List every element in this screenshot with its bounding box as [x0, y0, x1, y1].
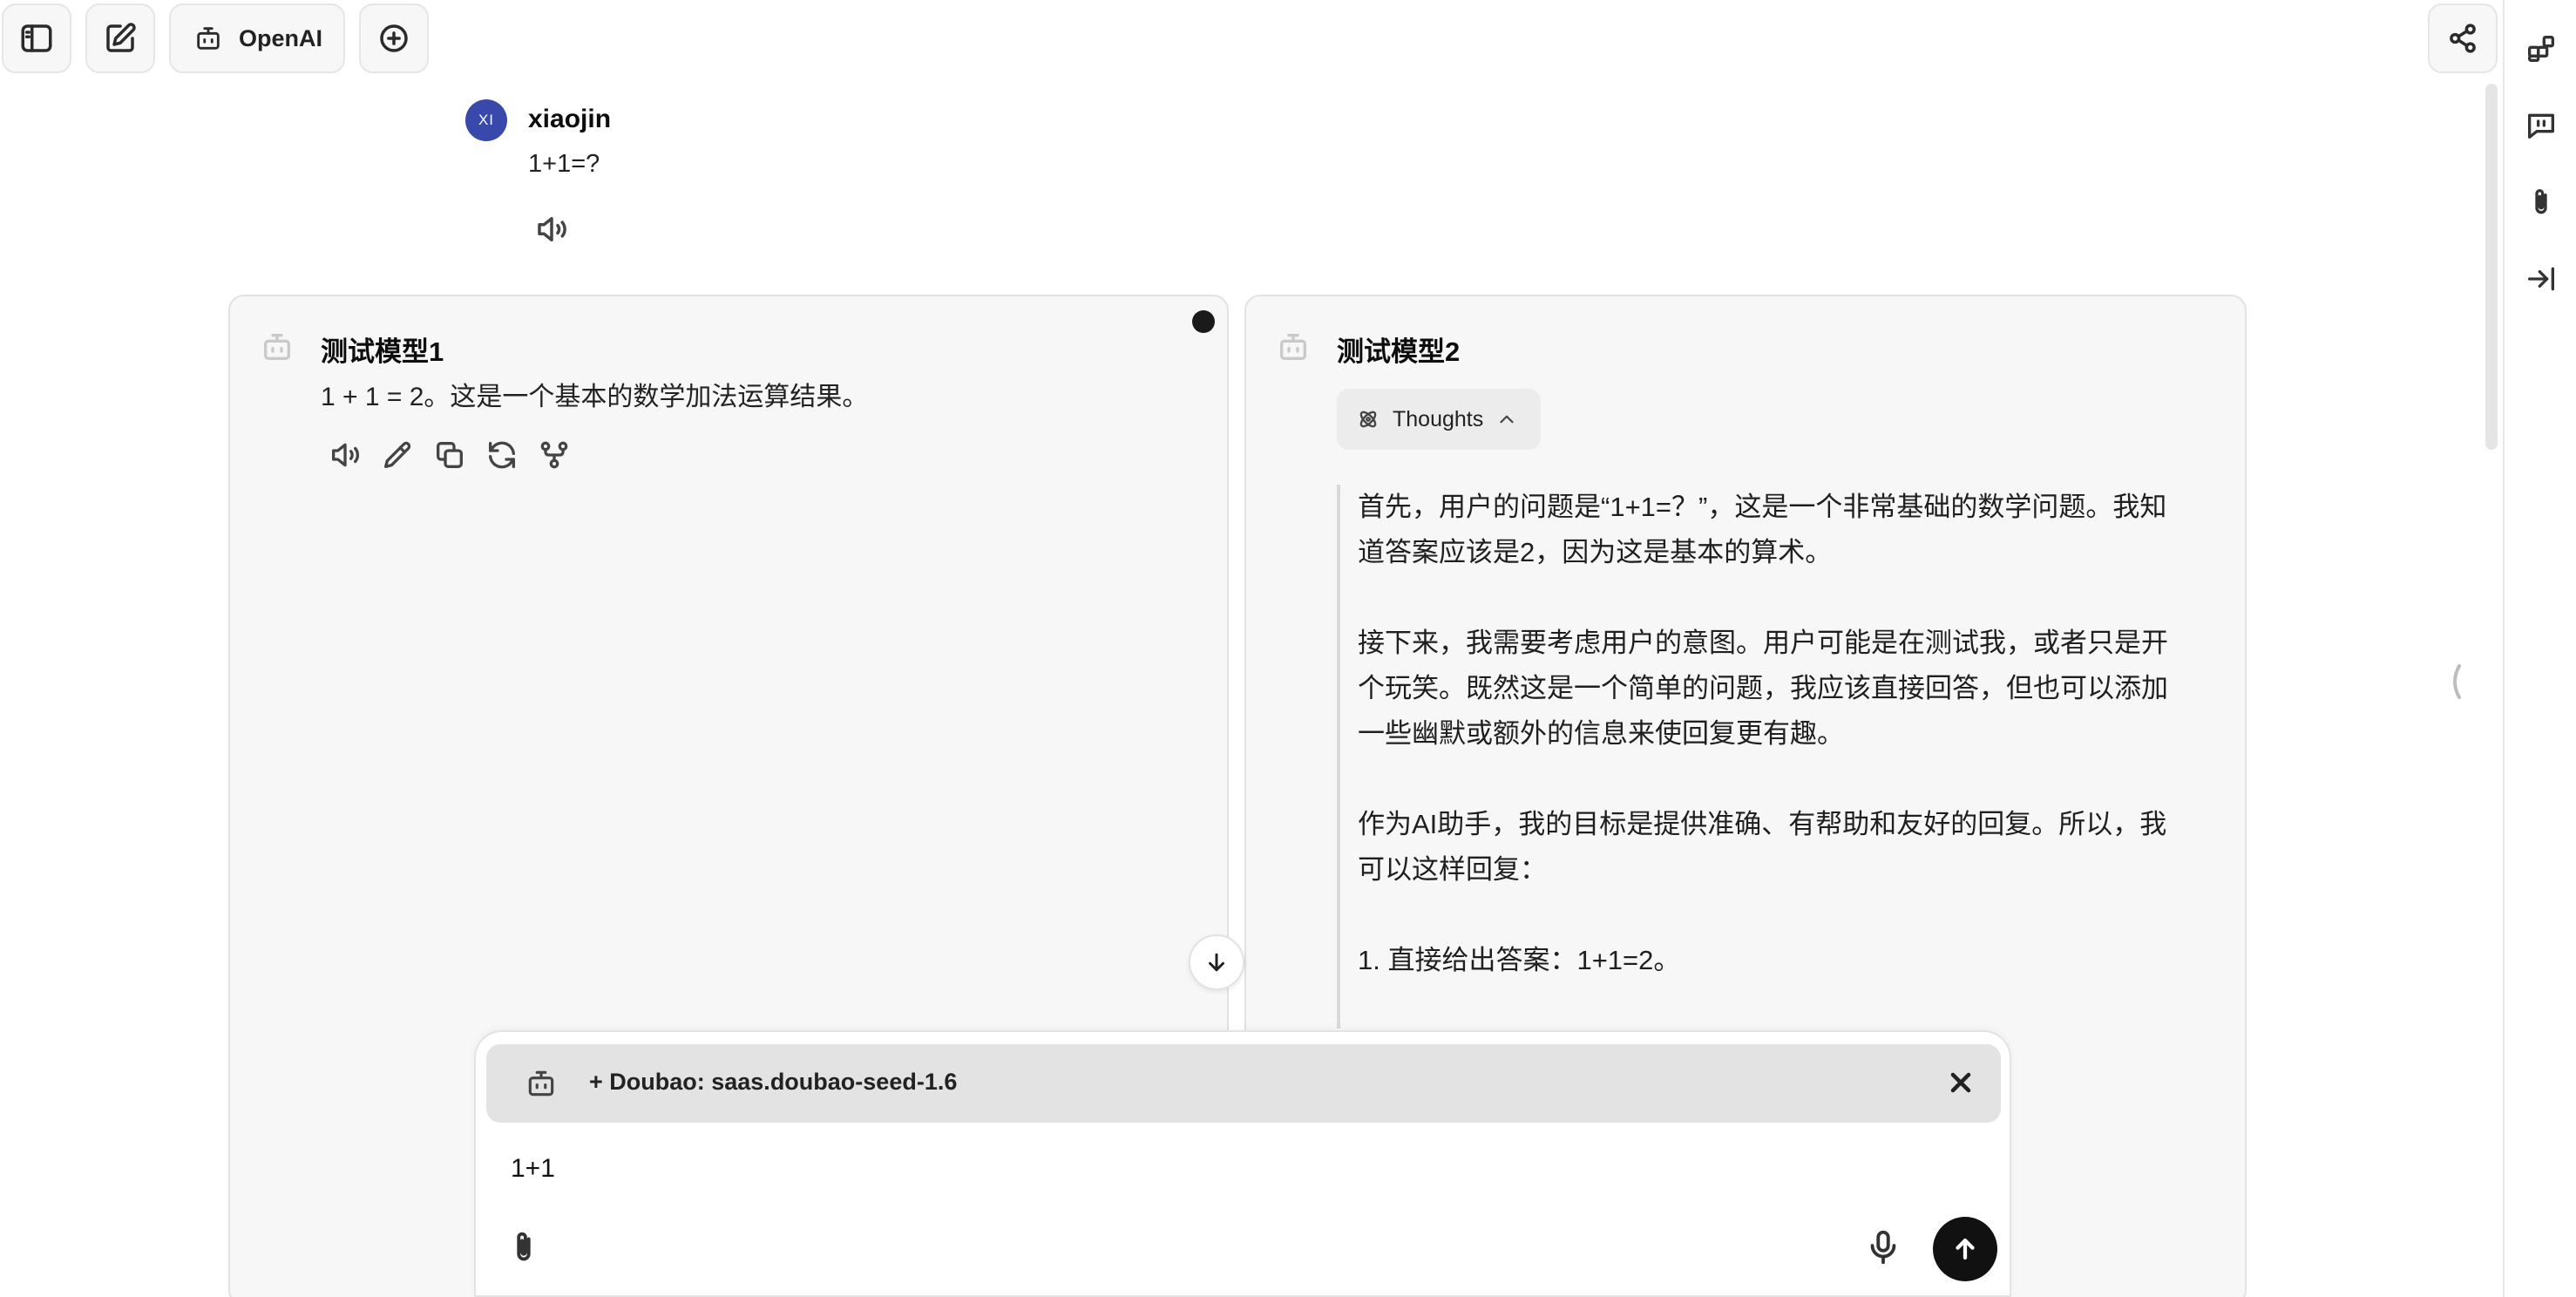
added-model-chip[interactable]: + Doubao: saas.doubao-seed-1.6	[486, 1044, 2001, 1123]
streaming-indicator	[1192, 310, 1215, 333]
thought-paragraph: 首先，用户的问题是“1+1=？”，这是一个非常基础的数学问题。我知 道答案应该是…	[1358, 485, 2208, 575]
read-aloud-icon[interactable]	[533, 211, 570, 248]
thought-line: 一些幽默或额外的信息来使回复更有趣。	[1358, 718, 1844, 749]
read-aloud-icon[interactable]	[328, 438, 363, 472]
user-name: xiaojin	[528, 105, 612, 133]
close-icon[interactable]	[1945, 1067, 1976, 1098]
regenerate-icon[interactable]	[485, 438, 519, 472]
prompts-icon[interactable]	[2524, 108, 2559, 143]
apps-icon[interactable]	[2524, 31, 2559, 66]
fork-icon[interactable]	[537, 438, 572, 472]
response-text: 1 + 1 = 2。这是一个基本的数学加法运算结果。	[321, 383, 869, 411]
edit-icon	[106, 23, 136, 52]
send-button[interactable]	[1933, 1217, 1997, 1281]
add-model-button[interactable]	[359, 3, 429, 73]
message-input[interactable]	[511, 1154, 1905, 1184]
avatar-initials: XI	[478, 112, 495, 128]
panel-title: 测试模型1	[321, 336, 444, 367]
thought-line: 首先，用户的问题是“1+1=？”，这是一个非常基础的数学问题。我知	[1358, 492, 2167, 522]
plus-circle-icon	[380, 24, 408, 52]
thoughts-toggle-button[interactable]: Thoughts	[1337, 389, 1541, 450]
copy-icon[interactable]	[432, 438, 467, 472]
atom-icon	[1356, 407, 1380, 431]
scrollbar-thumb[interactable]	[2485, 84, 2498, 450]
collapse-panel-icon[interactable]	[2524, 261, 2559, 296]
attachments-icon[interactable]	[2524, 185, 2559, 220]
thoughts-content: 首先，用户的问题是“1+1=？”，这是一个非常基础的数学问题。我知 道答案应该是…	[1337, 485, 2208, 1029]
scroll-to-bottom-button[interactable]	[1189, 934, 1244, 990]
sidebar-toggle-button[interactable]	[2, 3, 71, 73]
edit-icon[interactable]	[380, 438, 415, 472]
message-actions	[328, 438, 572, 472]
chevron-up-icon	[1495, 408, 1518, 431]
thought-line: 可以这样回复：	[1358, 854, 1547, 885]
panel-title: 测试模型2	[1337, 336, 1461, 367]
bot-icon	[260, 329, 295, 364]
thought-line: 作为AI助手，我的目标是提供准确、有帮助和友好的回复。所以，我	[1358, 809, 2167, 839]
thought-line: 接下来，我需要考虑用户的意图。用户可能是在测试我，或者只是开	[1358, 628, 2168, 658]
thought-paragraph: 接下来，我需要考虑用户的意图。用户可能是在测试我，或者只是开 个玩笑。既然这是一…	[1358, 621, 2208, 757]
bot-icon	[197, 27, 220, 50]
added-model-label: + Doubao: saas.doubao-seed-1.6	[589, 1069, 958, 1095]
microphone-icon[interactable]	[1863, 1227, 1903, 1267]
model-selector-button[interactable]: OpenAI	[169, 3, 345, 73]
thoughts-label: Thoughts	[1393, 406, 1484, 431]
user-avatar: XI	[465, 99, 507, 141]
new-chat-button[interactable]	[85, 3, 155, 73]
right-side-rail	[2503, 0, 2576, 1297]
bot-icon	[525, 1067, 558, 1100]
share-button[interactable]	[2428, 3, 2498, 73]
message-composer: + Doubao: saas.doubao-seed-1.6	[474, 1030, 2011, 1297]
attach-file-icon[interactable]	[504, 1227, 544, 1267]
side-panel-handle[interactable]	[2445, 662, 2466, 701]
model-selector-label: OpenAI	[239, 24, 323, 51]
sidebar-icon	[21, 24, 52, 52]
thought-paragraph: 1. 直接给出答案：1+1=2。	[1358, 938, 2208, 983]
thought-line: 1. 直接给出答案：1+1=2。	[1358, 945, 1681, 975]
share-icon	[2450, 24, 2476, 53]
thought-line: 道答案应该是2，因为这是基本的算术。	[1358, 537, 1833, 567]
user-message-text: 1+1=?	[528, 150, 600, 178]
thought-line: 个玩笑。既然这是一个简单的问题，我应该直接回答，但也可以添加	[1358, 673, 2168, 703]
thought-paragraph: 作为AI助手，我的目标是提供准确、有帮助和友好的回复。所以，我 可以这样回复：	[1358, 802, 2208, 893]
bot-icon	[1276, 329, 1311, 364]
arrow-down-icon	[1209, 953, 1224, 972]
arrow-up-icon	[1956, 1238, 1975, 1260]
chevron-left-icon	[2453, 664, 2461, 699]
